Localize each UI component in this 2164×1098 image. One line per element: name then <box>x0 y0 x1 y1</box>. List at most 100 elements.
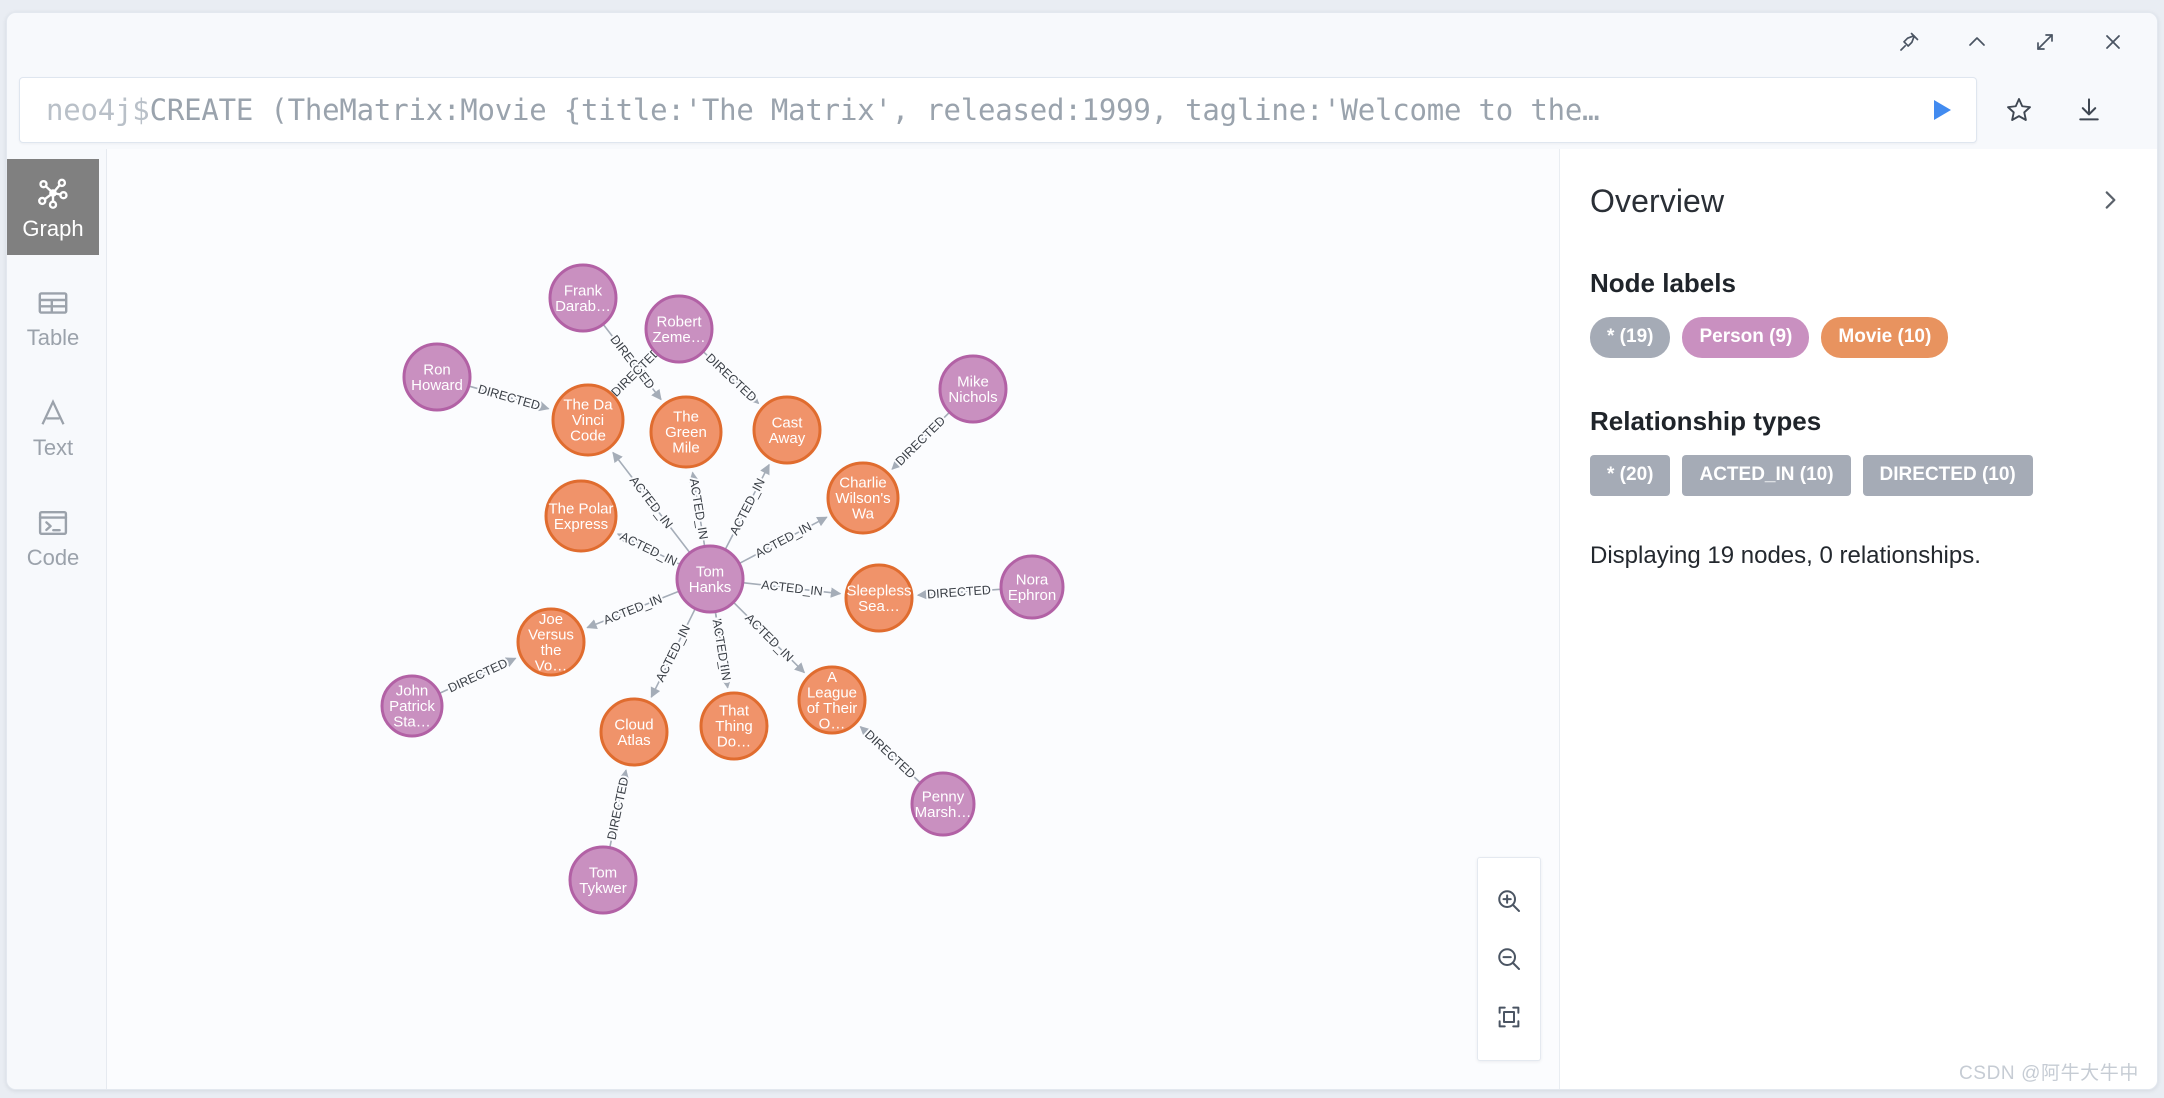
text-icon <box>35 395 71 431</box>
node-label-chip-0[interactable]: * (19) <box>1590 317 1671 358</box>
node-circle-charlie[interactable] <box>826 461 900 535</box>
graph-node[interactable]: TheGreenMile <box>649 395 723 469</box>
relationship-label: ACTED_IN <box>742 611 796 664</box>
relationship-types-title: Relationship types <box>1590 406 1822 436</box>
node-circle-cloudatlas[interactable] <box>599 697 669 767</box>
graph-node[interactable]: PennyMarsh… <box>910 771 976 837</box>
node-label-chip-2[interactable]: Movie (10) <box>1821 317 1949 358</box>
relationship-type-chip-0[interactable]: * (20) <box>1590 455 1671 496</box>
graph-node[interactable]: The DaVinciCode <box>551 383 625 457</box>
view-tab-table[interactable]: Table <box>7 269 99 365</box>
graph-canvas[interactable]: DIRECTED DIRECTED DIRECTED DIRECTED DIRECTED… <box>107 149 1559 1089</box>
node-circle-johnpatrick[interactable] <box>380 674 444 738</box>
run-query-button[interactable] <box>1914 84 1966 136</box>
zoom-fit-icon[interactable] <box>1481 988 1537 1046</box>
relationship-label: ACTED_IN <box>761 578 824 599</box>
relationship-label: DIRECTED <box>446 656 510 695</box>
query-editor-row: neo4j$CREATE (TheMatrix:Movie {title:'Th… <box>7 71 2157 149</box>
relationship-label: ACTED_IN <box>601 592 664 628</box>
view-tab-text[interactable]: Text <box>7 379 99 475</box>
relationship-label: DIRECTED <box>862 727 918 781</box>
node-circle-mike[interactable] <box>938 354 1008 424</box>
relationship-label: ACTED_IN <box>687 477 711 540</box>
relationship-type-chip-2[interactable]: DIRECTED (10) <box>1862 455 2033 496</box>
node-circle-tomhanks[interactable] <box>675 544 745 614</box>
node-label-chip-row: * (19) Person (9) Movie (10) <box>1590 317 2123 358</box>
relationship-label: ACTED_IN <box>653 622 693 684</box>
relationship-label: ACTED_IN <box>627 474 676 532</box>
relationship-label: DIRECTED <box>703 351 759 405</box>
graph-node[interactable]: ThatThingDo… <box>699 691 769 761</box>
graph-visualization[interactable]: DIRECTED DIRECTED DIRECTED DIRECTED DIRECTED… <box>107 149 1559 1089</box>
frame-title-bar <box>7 13 2157 71</box>
close-icon[interactable] <box>2093 22 2133 62</box>
view-tab-table-label: Table <box>26 325 80 350</box>
overview-panel: Overview Node labels * (19) Person (9) Mov… <box>1559 149 2157 1089</box>
relationship-label: ACTED_IN <box>618 529 680 569</box>
node-circle-polar[interactable] <box>544 479 618 553</box>
graph-node[interactable]: ALeagueof TheirO… <box>797 665 867 735</box>
query-input-box[interactable]: neo4j$CREATE (TheMatrix:Movie {title:'Th… <box>19 77 1977 143</box>
node-circle-penny[interactable] <box>910 771 976 837</box>
result-body: Graph Table Text Code DIRECTED DIRECTED … <box>7 149 2157 1089</box>
graph-node[interactable]: RobertZeme… <box>644 294 714 364</box>
relationship-label: DIRECTED <box>605 776 632 841</box>
node-circle-frank[interactable] <box>548 263 618 333</box>
relationship-type-chip-row: * (20) ACTED_IN (10) DIRECTED (10) <box>1590 455 2123 496</box>
node-circle-greenmile[interactable] <box>649 395 723 469</box>
query-text[interactable]: neo4j$CREATE (TheMatrix:Movie {title:'Th… <box>46 93 1914 127</box>
node-circle-robert[interactable] <box>644 294 714 364</box>
node-circle-nora[interactable] <box>999 554 1065 620</box>
relationship-label: DIRECTED <box>476 382 541 413</box>
result-summary: Displaying 19 nodes, 0 relationships. <box>1590 542 1981 569</box>
favorite-star-icon[interactable] <box>1991 82 2047 138</box>
code-icon <box>35 505 71 541</box>
chevron-up-icon[interactable] <box>1957 22 1997 62</box>
relationship-label: ACTED_IN <box>710 618 734 681</box>
node-labels-title: Node labels <box>1590 268 1736 298</box>
view-tab-text-label: Text <box>32 435 74 460</box>
node-circle-castaway[interactable] <box>752 395 822 465</box>
graph-node[interactable]: FrankDarab… <box>548 263 618 333</box>
node-circle-davinci[interactable] <box>551 383 625 457</box>
query-value: CREATE (TheMatrix:Movie {title:'The Matr… <box>149 93 1600 127</box>
node-circle-ron[interactable] <box>402 342 472 412</box>
node-circle-joe[interactable] <box>516 607 586 677</box>
relationship-type-chip-1[interactable]: ACTED_IN (10) <box>1682 455 1851 496</box>
chevron-right-icon[interactable] <box>2097 187 2123 218</box>
graph-node[interactable]: MikeNichols <box>938 354 1008 424</box>
zoom-control-panel <box>1477 857 1541 1061</box>
graph-node[interactable]: TomHanks <box>675 544 745 614</box>
overview-title: Overview <box>1590 183 1725 219</box>
graph-icon <box>34 174 72 212</box>
relationship-label: DIRECTED <box>893 414 948 469</box>
view-tab-code[interactable]: Code <box>7 489 99 585</box>
download-icon[interactable] <box>2061 82 2117 138</box>
view-mode-rail: Graph Table Text Code <box>7 149 107 1089</box>
view-tab-graph[interactable]: Graph <box>7 159 99 255</box>
overview-header: Overview <box>1590 183 2123 220</box>
pin-icon[interactable] <box>1889 22 1929 62</box>
table-icon <box>35 285 71 321</box>
graph-node[interactable]: The PolarExpress <box>544 479 618 553</box>
relationship-label: DIRECTED <box>927 583 992 602</box>
graph-node[interactable]: JoeVersustheVo… <box>516 607 586 677</box>
graph-node[interactable]: CloudAtlas <box>599 697 669 767</box>
graph-node[interactable]: JohnPatrickSta… <box>380 674 444 738</box>
expand-icon[interactable] <box>2025 22 2065 62</box>
node-circle-thatthing[interactable] <box>699 691 769 761</box>
node-label-chip-1[interactable]: Person (9) <box>1682 317 1810 358</box>
neo4j-browser-window: neo4j$CREATE (TheMatrix:Movie {title:'Th… <box>6 12 2158 1090</box>
graph-node[interactable]: CharlieWilson'sWa <box>826 461 900 535</box>
zoom-out-icon[interactable] <box>1481 930 1537 988</box>
relationship-label: ACTED_IN <box>753 519 814 560</box>
graph-node[interactable]: SleeplessSea… <box>844 563 914 633</box>
node-circle-sleepless[interactable] <box>844 563 914 633</box>
zoom-in-icon[interactable] <box>1481 872 1537 930</box>
graph-node[interactable]: TomTykwer <box>568 845 638 915</box>
node-circle-tomtykwer[interactable] <box>568 845 638 915</box>
graph-node[interactable]: RonHoward <box>402 342 472 412</box>
graph-node[interactable]: NoraEphron <box>999 554 1065 620</box>
node-circle-aleague[interactable] <box>797 665 867 735</box>
graph-node[interactable]: CastAway <box>752 395 822 465</box>
